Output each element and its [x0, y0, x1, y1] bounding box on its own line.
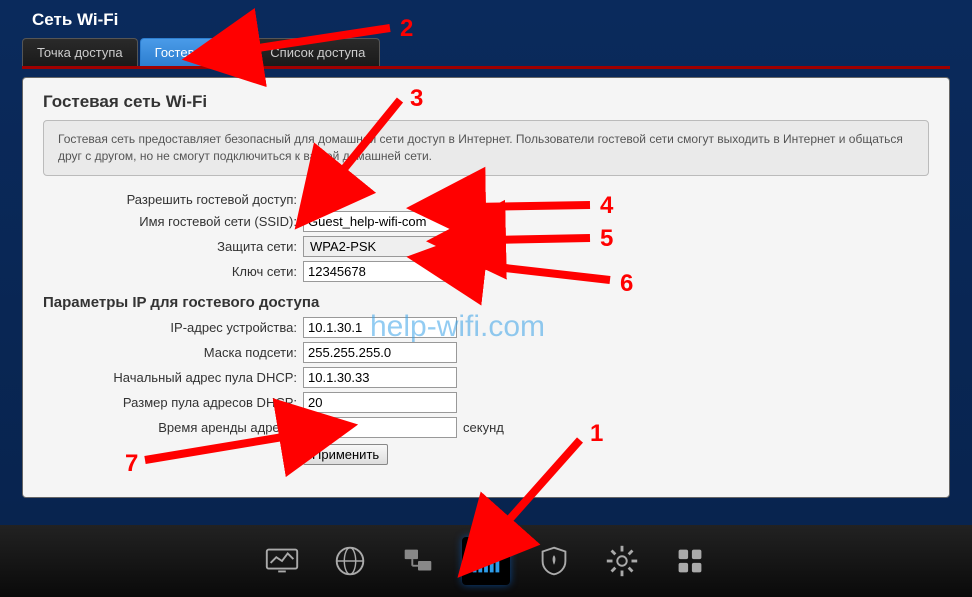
label-lease: Время аренды адреса:	[43, 420, 303, 435]
nav-apps-icon[interactable]	[666, 537, 714, 585]
page-title: Сеть Wi-Fi	[0, 0, 972, 38]
nav-wifi-icon[interactable]	[462, 537, 510, 585]
lease-suffix: секунд	[463, 420, 504, 435]
device-ip-input[interactable]	[303, 317, 457, 338]
tab-guest-network[interactable]: Гостевая сеть	[140, 38, 254, 66]
settings-panel: Гостевая сеть Wi-Fi Гостевая сеть предос…	[22, 77, 950, 498]
ip-params-title: Параметры IP для гостевого доступа	[43, 294, 929, 311]
nav-network-icon[interactable]	[394, 537, 442, 585]
label-device-ip: IP-адрес устройства:	[43, 320, 303, 335]
nav-monitor-icon[interactable]	[258, 537, 306, 585]
dhcp-start-input[interactable]	[303, 367, 457, 388]
key-input[interactable]	[303, 261, 457, 282]
label-ssid: Имя гостевой сети (SSID):	[43, 214, 303, 229]
subnet-input[interactable]	[303, 342, 457, 363]
label-allow-guest: Разрешить гостевой доступ:	[43, 192, 303, 207]
label-dhcp-size: Размер пула адресов DHCP:	[43, 395, 303, 410]
tab-access-point[interactable]: Точка доступа	[22, 38, 138, 66]
dhcp-size-input[interactable]	[303, 392, 457, 413]
tab-access-list[interactable]: Список доступа	[255, 38, 380, 66]
lease-input[interactable]	[303, 417, 457, 438]
label-key: Ключ сети:	[43, 264, 303, 279]
nav-firewall-icon[interactable]	[530, 537, 578, 585]
section-title: Гостевая сеть Wi-Fi	[43, 92, 929, 112]
allow-guest-checkbox[interactable]	[305, 193, 318, 206]
security-select[interactable]: WPA2-PSK	[303, 236, 457, 257]
label-subnet: Маска подсети:	[43, 345, 303, 360]
nav-globe-icon[interactable]	[326, 537, 374, 585]
nav-settings-icon[interactable]	[598, 537, 646, 585]
bottom-nav	[0, 525, 972, 597]
apply-button[interactable]: Применить	[303, 444, 388, 465]
label-security: Защита сети:	[43, 239, 303, 254]
label-dhcp-start: Начальный адрес пула DHCP:	[43, 370, 303, 385]
ssid-input[interactable]	[303, 211, 457, 232]
tabs: Точка доступа Гостевая сеть Список досту…	[22, 38, 950, 69]
info-box: Гостевая сеть предоставляет безопасный д…	[43, 120, 929, 176]
